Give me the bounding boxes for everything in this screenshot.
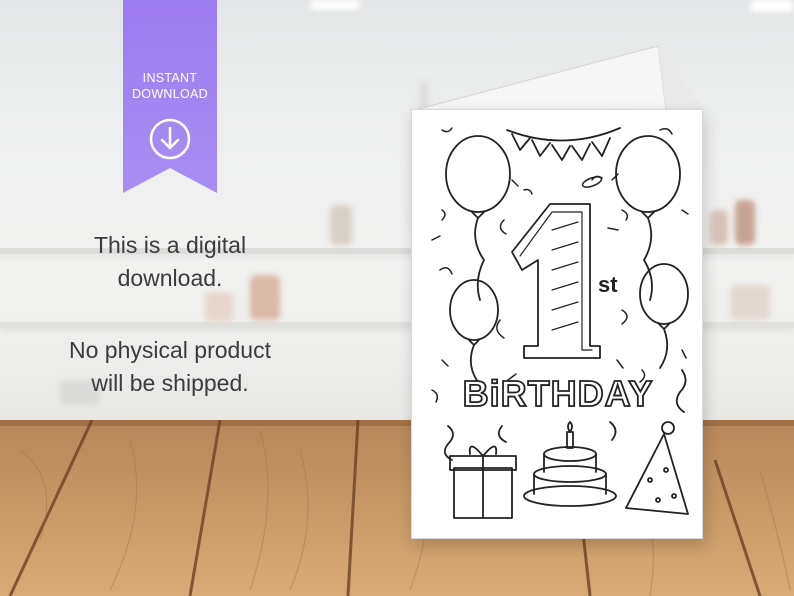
message-line: download. <box>117 265 223 291</box>
number-one-outline <box>511 203 601 359</box>
balloon-icon <box>449 279 499 383</box>
download-arrow-icon <box>149 118 191 160</box>
balloon-icon <box>615 135 681 301</box>
birthday-cake-icon <box>523 421 617 507</box>
birthday-card: st BiRTHDAY <box>411 109 703 539</box>
balloon-icon <box>639 263 689 369</box>
banner-label-line2: DOWNLOAD <box>131 87 208 101</box>
coloring-page-illustration: st BiRTHDAY <box>431 127 689 519</box>
banner-label-line1: INSTANT <box>142 71 198 85</box>
birthday-word: BiRTHDAY <box>463 373 654 414</box>
gift-box-icon <box>449 445 517 519</box>
party-hat-icon <box>625 421 689 515</box>
balloon-icon <box>445 135 511 301</box>
message-line: will be shipped. <box>91 370 249 396</box>
message-line: No physical product <box>69 337 271 363</box>
message-line: This is a digital <box>93 232 247 258</box>
number-suffix: st <box>598 272 618 297</box>
bunting-icon <box>506 127 621 161</box>
